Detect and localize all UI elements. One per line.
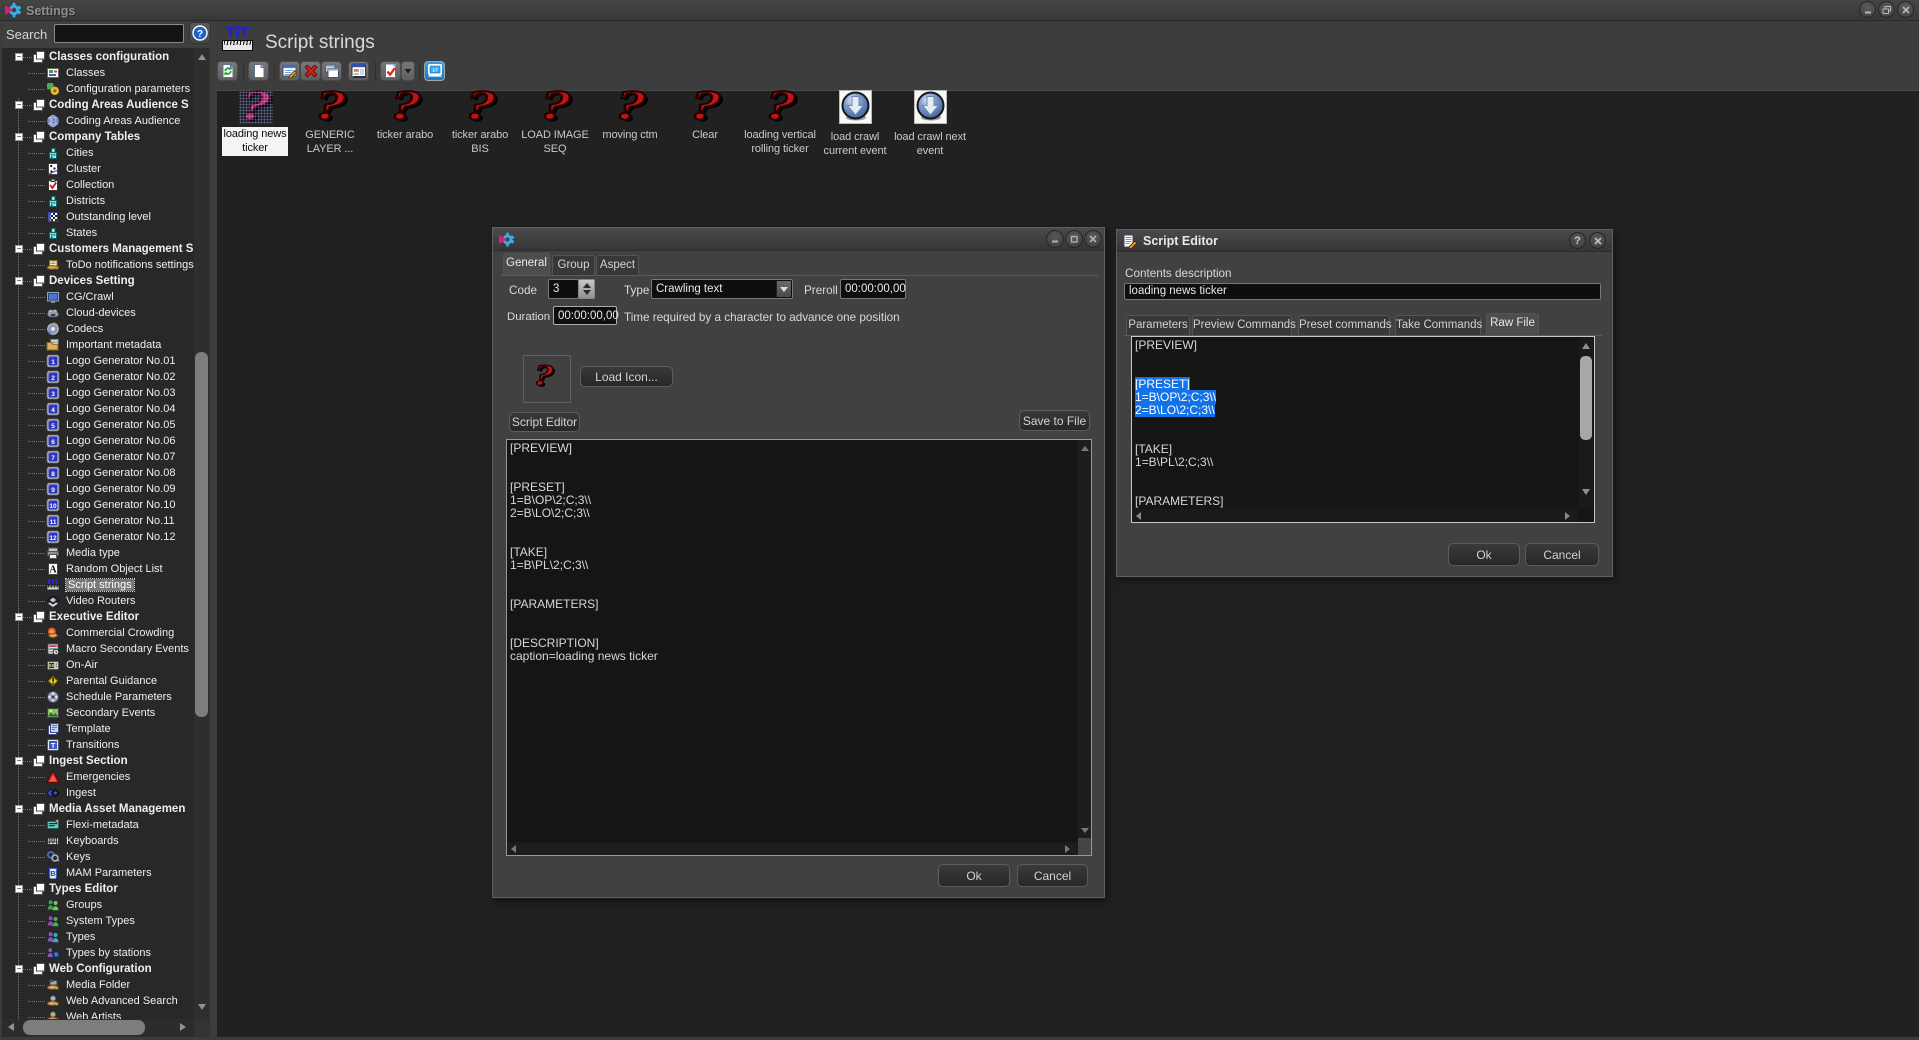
svg-text:1: 1 <box>51 359 55 366</box>
svg-text:9: 9 <box>51 487 55 494</box>
svg-text:?: ? <box>197 29 203 40</box>
svg-text:17: 17 <box>432 68 438 73</box>
svg-text:A: A <box>49 565 57 576</box>
svg-text:10: 10 <box>49 503 57 510</box>
svg-text:7: 7 <box>51 455 55 462</box>
svg-text:12: 12 <box>49 535 57 542</box>
svg-text:11: 11 <box>50 519 57 526</box>
svg-text:B: B <box>50 871 55 878</box>
svg-text:4: 4 <box>51 407 55 414</box>
svg-text:3: 3 <box>51 391 55 398</box>
svg-text:8: 8 <box>51 471 55 478</box>
svg-text:6: 6 <box>51 439 55 446</box>
svg-text:T: T <box>51 741 56 750</box>
svg-text:XX: XX <box>48 663 54 668</box>
svg-text:5: 5 <box>51 423 55 430</box>
svg-text:2: 2 <box>51 375 55 382</box>
